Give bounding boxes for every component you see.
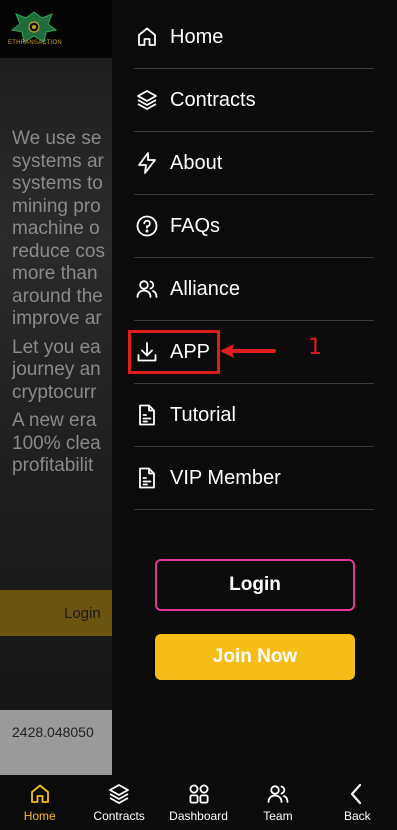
drawer-item-app[interactable]: APP 1 <box>128 321 374 384</box>
layers-icon <box>134 87 160 113</box>
lightning-icon <box>134 150 160 176</box>
bottom-nav-label: Dashboard <box>169 809 228 823</box>
bottom-nav-label: Team <box>263 809 293 823</box>
bottom-nav-label: Contracts <box>93 809 145 823</box>
price-value: 2428.048050 <box>12 724 94 740</box>
drawer-item-contracts[interactable]: Contracts <box>134 69 374 132</box>
bottom-nav-dashboard[interactable]: Dashboard <box>159 775 238 830</box>
annotation-number: 1 <box>308 335 322 360</box>
drawer-item-label: FAQs <box>170 214 221 237</box>
document-icon <box>134 465 160 491</box>
intro-text: We use se systems ar systems to mining pro m… <box>12 128 105 476</box>
home-icon <box>30 784 49 803</box>
side-drawer: Home Contracts About FAQs Alliance APP 1… <box>112 0 397 775</box>
bottom-nav-label: Back <box>343 809 371 823</box>
bottom-nav-back[interactable]: Back <box>318 775 397 830</box>
annotation-arrow-icon <box>220 344 276 358</box>
drawer-item-label: VIP Member <box>170 466 281 489</box>
bottom-nav: Home Contracts Dashboard Team Back <box>0 775 397 830</box>
home-icon <box>134 24 160 50</box>
drawer-item-home[interactable]: Home <box>134 6 374 69</box>
background-login-button[interactable]: Login <box>0 590 112 636</box>
users-icon <box>267 785 289 803</box>
grid-icon <box>189 784 209 804</box>
logo-text: ETHRANSACTION <box>8 40 62 46</box>
drawer-item-faqs[interactable]: FAQs <box>134 195 374 258</box>
drawer-item-vip-member[interactable]: VIP Member <box>134 447 374 510</box>
login-button[interactable]: Login <box>155 559 355 611</box>
bottom-nav-team[interactable]: Team <box>238 775 317 830</box>
bottom-nav-contracts[interactable]: Contracts <box>79 775 158 830</box>
annotation-highlight-box <box>128 330 220 374</box>
drawer-item-label: Tutorial <box>170 403 236 426</box>
price-strip <box>0 710 112 775</box>
drawer-item-about[interactable]: About <box>134 132 374 195</box>
question-icon <box>134 213 160 239</box>
drawer-menu: Home Contracts About FAQs Alliance APP 1… <box>128 6 374 510</box>
drawer-item-label: Contracts <box>170 88 256 111</box>
drawer-item-label: Alliance <box>170 277 241 300</box>
bottom-nav-home[interactable]: Home <box>0 775 79 830</box>
bottom-nav-label: Home <box>23 809 56 823</box>
chevron-left-icon <box>351 783 362 805</box>
drawer-item-label: Home <box>170 25 224 48</box>
drawer-item-tutorial[interactable]: Tutorial <box>134 384 374 447</box>
drawer-item-label: About <box>170 151 223 174</box>
drawer-item-alliance[interactable]: Alliance <box>134 258 374 321</box>
document-icon <box>134 402 160 428</box>
users-icon <box>134 276 160 302</box>
join-now-button[interactable]: Join Now <box>155 634 355 680</box>
layers-icon <box>109 784 130 804</box>
